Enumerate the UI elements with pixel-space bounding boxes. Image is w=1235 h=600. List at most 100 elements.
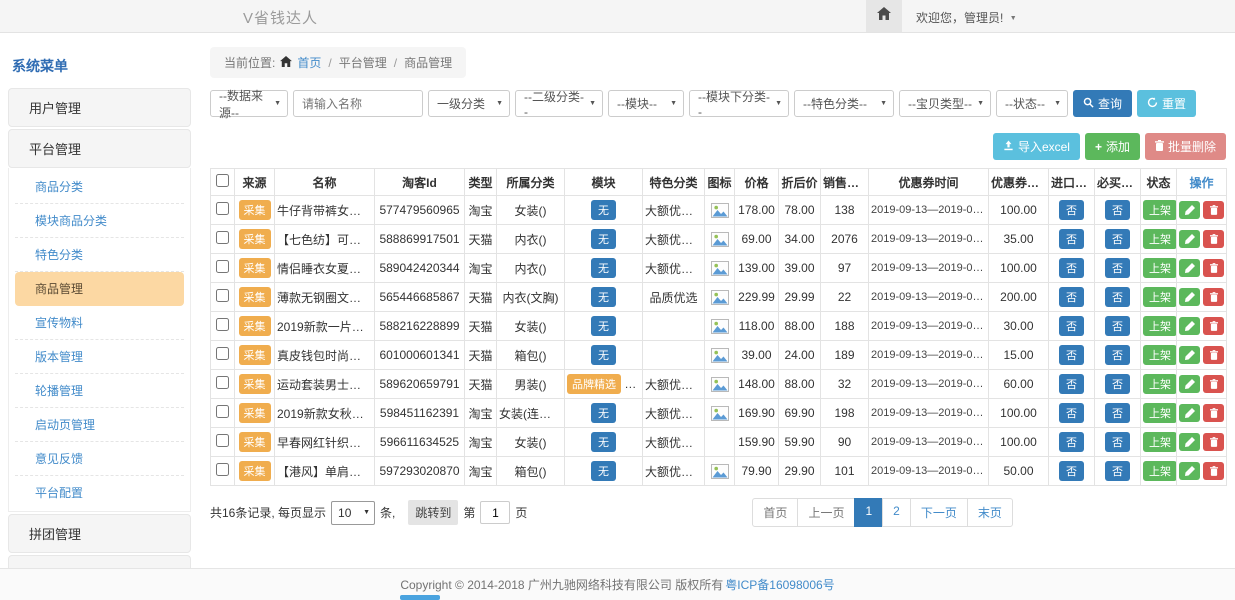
must-buy-toggle[interactable]: 否 [1105,403,1130,423]
pager-button-5[interactable]: 末页 [967,498,1013,527]
import-choice-toggle[interactable]: 否 [1059,229,1084,249]
import-choice-toggle[interactable]: 否 [1059,432,1084,452]
sidebar-subitem-0[interactable]: 商品分类 [15,170,184,204]
sidebar-subitem-8[interactable]: 意见反馈 [15,442,184,476]
sidebar-subitem-9[interactable]: 平台配置 [15,476,184,509]
delete-button[interactable] [1203,433,1224,451]
status-button[interactable]: 上架 [1143,229,1177,249]
delete-button[interactable] [1203,288,1224,306]
breadcrumb-home-link[interactable]: 首页 [297,54,321,71]
filter-select-5[interactable]: --特色分类-- ▼ [794,90,894,117]
row-checkbox[interactable] [216,202,229,215]
status-button[interactable]: 上架 [1143,287,1177,307]
horizontal-scrollbar-thumb[interactable] [400,595,440,600]
row-checkbox[interactable] [216,289,229,302]
pager-button-2[interactable]: 1 [854,498,883,527]
status-button[interactable]: 上架 [1143,374,1177,394]
import-choice-toggle[interactable]: 否 [1059,287,1084,307]
row-checkbox[interactable] [216,260,229,273]
must-buy-toggle[interactable]: 否 [1105,200,1130,220]
delete-button[interactable] [1203,230,1224,248]
search-button[interactable]: 查询 [1073,90,1132,117]
import-choice-toggle[interactable]: 否 [1059,403,1084,423]
edit-button[interactable] [1179,288,1200,306]
edit-button[interactable] [1179,375,1200,393]
import-choice-toggle[interactable]: 否 [1059,345,1084,365]
row-checkbox[interactable] [216,463,229,476]
add-button[interactable]: + 添加 [1085,133,1140,160]
import-choice-toggle[interactable]: 否 [1059,258,1084,278]
edit-button[interactable] [1179,317,1200,335]
sidebar-bottom-item-0[interactable]: 拼团管理 [8,514,191,553]
status-button[interactable]: 上架 [1143,345,1177,365]
select-all-checkbox[interactable] [216,174,229,187]
delete-button[interactable] [1203,462,1224,480]
edit-button[interactable] [1179,201,1200,219]
row-checkbox[interactable] [216,318,229,331]
filter-select-6[interactable]: --宝贝类型-- ▼ [899,90,991,117]
delete-button[interactable] [1203,317,1224,335]
must-buy-toggle[interactable]: 否 [1105,258,1130,278]
row-checkbox[interactable] [216,434,229,447]
sidebar-subitem-3[interactable]: 商品管理 [15,272,184,306]
filter-select-7[interactable]: --状态-- ▼ [996,90,1068,117]
edit-button[interactable] [1179,404,1200,422]
delete-button[interactable] [1203,346,1224,364]
jump-page-input[interactable] [480,501,510,524]
per-page-select[interactable]: 10 ▼ [331,501,375,525]
filter-select-3[interactable]: --模块-- ▼ [608,90,684,117]
jump-button[interactable]: 跳转到 [408,500,458,525]
must-buy-toggle[interactable]: 否 [1105,345,1130,365]
pager-button-3[interactable]: 2 [882,498,911,527]
status-button[interactable]: 上架 [1143,403,1177,423]
delete-button[interactable] [1203,259,1224,277]
icp-link[interactable]: 粤ICP备16098006号 [725,576,834,593]
status-button[interactable]: 上架 [1143,258,1177,278]
must-buy-toggle[interactable]: 否 [1105,374,1130,394]
status-button[interactable]: 上架 [1143,200,1177,220]
status-button[interactable]: 上架 [1143,461,1177,481]
import-choice-toggle[interactable]: 否 [1059,200,1084,220]
batch-delete-button[interactable]: 批量删除 [1145,133,1226,160]
row-checkbox[interactable] [216,376,229,389]
delete-button[interactable] [1203,375,1224,393]
delete-button[interactable] [1203,201,1224,219]
filter-select-4[interactable]: --模块下分类-- ▼ [689,90,789,117]
row-checkbox[interactable] [216,231,229,244]
sidebar-subitem-1[interactable]: 模块商品分类 [15,204,184,238]
reset-button[interactable]: 重置 [1137,90,1196,117]
sidebar-subitem-7[interactable]: 启动页管理 [15,408,184,442]
must-buy-toggle[interactable]: 否 [1105,432,1130,452]
home-button[interactable] [866,0,902,32]
import-choice-toggle[interactable]: 否 [1059,461,1084,481]
sidebar-subitem-6[interactable]: 轮播管理 [15,374,184,408]
name-search-input[interactable] [293,90,423,117]
must-buy-toggle[interactable]: 否 [1105,461,1130,481]
sidebar-subitem-4[interactable]: 宣传物料 [15,306,184,340]
edit-button[interactable] [1179,346,1200,364]
filter-select-0[interactable]: --数据来源-- ▼ [210,90,288,117]
filter-select-1[interactable]: 一级分类 ▼ [428,90,510,117]
edit-button[interactable] [1179,462,1200,480]
sidebar-subitem-5[interactable]: 版本管理 [15,340,184,374]
import-choice-toggle[interactable]: 否 [1059,316,1084,336]
edit-button[interactable] [1179,230,1200,248]
sidebar-item-0[interactable]: 用户管理 [8,88,191,127]
edit-button[interactable] [1179,433,1200,451]
sidebar-subitem-2[interactable]: 特色分类 [15,238,184,272]
import-choice-toggle[interactable]: 否 [1059,374,1084,394]
filter-select-2[interactable]: --二级分类-- ▼ [515,90,603,117]
delete-button[interactable] [1203,404,1224,422]
user-menu[interactable]: 欢迎您，管理员! ▼ [916,9,1017,26]
must-buy-toggle[interactable]: 否 [1105,287,1130,307]
edit-button[interactable] [1179,259,1200,277]
sidebar-item-1[interactable]: 平台管理 [8,129,191,168]
status-button[interactable]: 上架 [1143,432,1177,452]
pager-button-1[interactable]: 上一页 [797,498,855,527]
row-checkbox[interactable] [216,347,229,360]
import-excel-button[interactable]: 导入excel [993,133,1080,160]
row-checkbox[interactable] [216,405,229,418]
status-button[interactable]: 上架 [1143,316,1177,336]
must-buy-toggle[interactable]: 否 [1105,229,1130,249]
pager-button-4[interactable]: 下一页 [910,498,968,527]
